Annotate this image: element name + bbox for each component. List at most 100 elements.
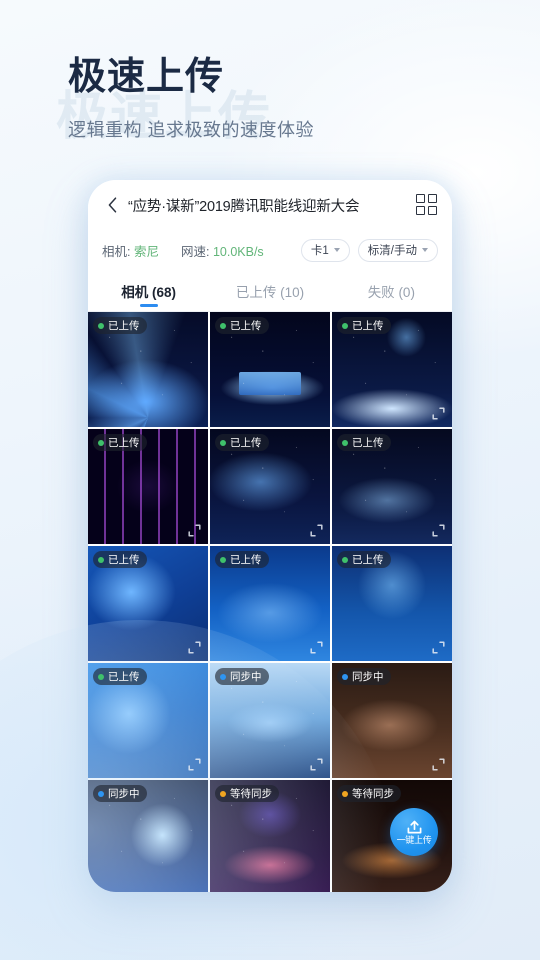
status-dot-icon [220, 322, 226, 329]
status-badge: 已上传 [215, 317, 269, 334]
page-background: 极速上传 极速上传 逻辑重构 追求极致的速度体验 “应势·谋新”2019腾讯职能… [0, 0, 540, 960]
photo-cell[interactable]: 已上传 [332, 312, 452, 427]
expand-icon[interactable] [431, 640, 446, 655]
photo-cell[interactable]: 已上传 [88, 429, 208, 544]
photo-cell[interactable]: 已上传 [332, 546, 452, 661]
status-badge-label: 已上传 [352, 554, 384, 566]
card-select-dropdown[interactable]: 卡1 [300, 238, 350, 262]
photo-cell[interactable]: 同步中 [332, 663, 452, 778]
photo-cell[interactable]: 已上传 [88, 312, 208, 427]
quality-select-dropdown[interactable]: 标清/手动 [357, 238, 438, 262]
page-subtitle: 逻辑重构 追求极致的速度体验 [68, 119, 314, 140]
tab-0[interactable]: 相机 (68) [88, 270, 209, 311]
tab-label: 已上传 (10) [235, 284, 305, 300]
status-dot-icon [98, 673, 104, 680]
photo-cell[interactable]: 已上传 [210, 312, 330, 427]
expand-icon[interactable] [431, 757, 446, 772]
status-dot-icon [220, 439, 226, 446]
quality-select-label: 标清/手动 [367, 245, 417, 257]
status-badge: 已上传 [337, 434, 391, 451]
photo-cell[interactable]: 已上传 [88, 663, 208, 778]
speed-label: 网速: [180, 244, 210, 259]
status-badge: 已上传 [215, 551, 269, 568]
chevron-left-icon[interactable] [102, 192, 122, 218]
status-badge-label: 已上传 [230, 437, 262, 449]
status-badge: 同步中 [93, 785, 147, 802]
photo-grid: 已上传 已上传 已上传 已上传 已上传 已上传 已上传 已上传 已上传 已上传 同步中 同步中 同步中等… [88, 312, 452, 892]
expand-icon[interactable] [309, 757, 324, 772]
status-badge-label: 同步中 [352, 671, 384, 683]
phone-mockup: “应势·谋新”2019腾讯职能线迎新大会 相机: 索尼 网速: 10.0KB/s… [88, 180, 452, 892]
chevron-down-icon [422, 248, 428, 252]
photo-cell[interactable]: 已上传 [210, 546, 330, 661]
status-badge-label: 等待同步 [230, 788, 272, 800]
upload-icon [406, 820, 423, 835]
photo-cell[interactable]: 已上传 [332, 429, 452, 544]
status-dot-icon [342, 439, 348, 446]
status-badge: 已上传 [215, 434, 269, 451]
one-key-upload-button[interactable]: 一键上传 [390, 808, 438, 856]
status-badge: 已上传 [93, 434, 147, 451]
hero-section: 极速上传 极速上传 逻辑重构 追求极致的速度体验 [56, 56, 488, 146]
status-badge-label: 等待同步 [352, 788, 394, 800]
tab-active-indicator [139, 304, 158, 307]
photo-cell[interactable]: 同步中 [88, 780, 208, 892]
camera-status: 相机: 索尼 [102, 241, 159, 260]
card-select-label: 卡1 [310, 245, 329, 257]
photo-cell[interactable]: 等待同步 [210, 780, 330, 892]
status-dot-icon [342, 790, 348, 797]
expand-icon[interactable] [187, 523, 202, 538]
expand-icon[interactable] [431, 406, 446, 421]
status-dot-icon [98, 790, 104, 797]
status-badge-label: 已上传 [108, 437, 140, 449]
expand-icon[interactable] [431, 523, 446, 538]
status-badge: 同步中 [215, 668, 269, 685]
status-dot-icon [98, 556, 104, 563]
status-badge: 等待同步 [337, 785, 401, 802]
status-badge-label: 同步中 [108, 788, 140, 800]
status-badge-label: 已上传 [352, 437, 384, 449]
status-dot-icon [342, 322, 348, 329]
speed-value: 10.0KB/s [212, 244, 264, 259]
camera-value: 索尼 [133, 244, 159, 259]
grid-view-icon[interactable] [416, 194, 438, 216]
status-dot-icon [342, 556, 348, 563]
status-badge: 等待同步 [215, 785, 279, 802]
tab-1[interactable]: 已上传 (10) [209, 270, 330, 311]
status-badge-label: 同步中 [230, 671, 262, 683]
status-dot-icon [220, 556, 226, 563]
photo-cell[interactable]: 同步中 [210, 663, 330, 778]
app-header: “应势·谋新”2019腾讯职能线迎新大会 [88, 180, 452, 230]
status-dot-icon [98, 322, 104, 329]
camera-label: 相机: [102, 244, 131, 259]
chevron-down-icon [333, 248, 340, 252]
expand-icon[interactable] [309, 640, 324, 655]
status-dot-icon [220, 673, 226, 680]
app-title: “应势·谋新”2019腾讯职能线迎新大会 [128, 198, 360, 215]
photo-cell[interactable]: 已上传 [210, 429, 330, 544]
status-badge-label: 已上传 [108, 554, 140, 566]
status-badge: 已上传 [337, 317, 391, 334]
expand-icon[interactable] [187, 757, 202, 772]
status-badge-label: 已上传 [108, 320, 140, 332]
status-badge: 已上传 [93, 551, 147, 568]
tab-label: 相机 (68) [121, 284, 177, 300]
status-badge: 已上传 [337, 551, 391, 568]
status-dot-icon [98, 439, 104, 446]
status-badge: 已上传 [93, 317, 147, 334]
expand-icon[interactable] [309, 523, 324, 538]
photo-cell[interactable]: 已上传 [88, 546, 208, 661]
status-badge: 已上传 [93, 668, 147, 685]
status-dot-icon [342, 673, 348, 680]
status-badge-label: 已上传 [352, 320, 384, 332]
status-bar: 相机: 索尼 网速: 10.0KB/s 卡1 标清/手动 [88, 230, 452, 270]
one-key-upload-label: 一键上传 [396, 834, 432, 845]
status-badge-label: 已上传 [230, 554, 262, 566]
status-badge: 同步中 [337, 668, 391, 685]
tab-label: 失败 (0) [367, 284, 415, 300]
expand-icon[interactable] [187, 640, 202, 655]
tab-2[interactable]: 失败 (0) [331, 270, 452, 311]
status-dot-icon [220, 790, 226, 797]
speed-status: 网速: 10.0KB/s [181, 241, 264, 260]
status-badge-label: 已上传 [108, 671, 140, 683]
